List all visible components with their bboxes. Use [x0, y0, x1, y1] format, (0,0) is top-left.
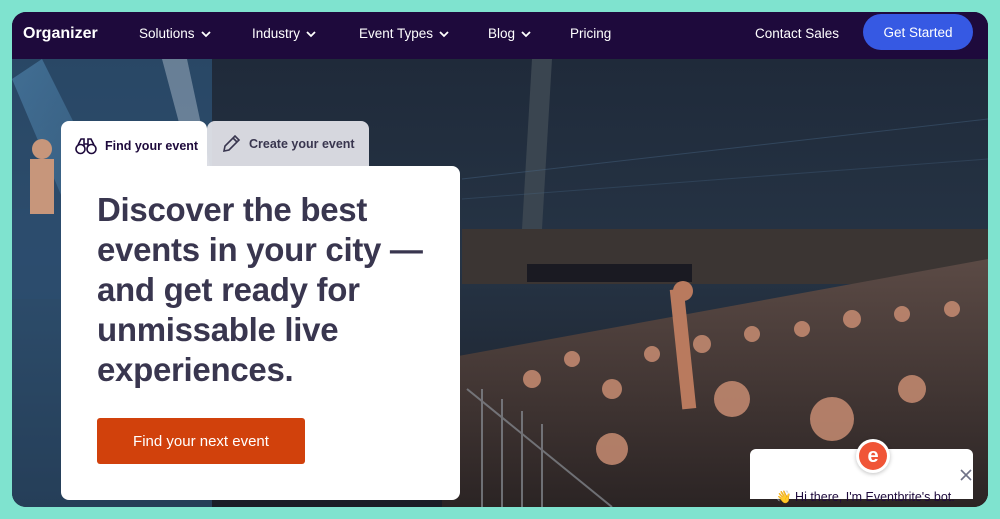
hero-headline: Discover the best events in your city — … — [97, 191, 423, 388]
close-icon[interactable] — [958, 467, 974, 483]
e-glyph: e — [859, 442, 887, 470]
tab-create-your-event[interactable]: Create your event — [207, 121, 369, 166]
nav-event-types-label: Event Types — [359, 26, 434, 41]
nav-industry[interactable]: Industry — [252, 26, 316, 41]
chevron-down-icon — [200, 30, 211, 37]
tab-find-your-event[interactable]: Find your event — [61, 121, 207, 171]
binoculars-icon — [75, 138, 97, 155]
top-navbar: Organizer Solutions Industry Event Types… — [12, 12, 988, 59]
nav-pricing[interactable]: Pricing — [570, 26, 611, 41]
find-next-event-button[interactable]: Find your next event — [97, 418, 305, 464]
nav-solutions-label: Solutions — [139, 26, 195, 41]
pencil-icon — [222, 134, 241, 152]
eventbrite-logo-icon: e — [856, 439, 890, 473]
nav-blog-label: Blog — [488, 26, 516, 41]
nav-solutions[interactable]: Solutions — [139, 26, 211, 41]
nav-blog[interactable]: Blog — [488, 26, 531, 41]
contact-sales-link[interactable]: Contact Sales — [755, 26, 839, 41]
chevron-down-icon — [521, 30, 531, 37]
browser-frame: Organizer Solutions Industry Event Types… — [12, 12, 988, 507]
nav-industry-label: Industry — [252, 26, 301, 41]
brand-logo[interactable]: Organizer — [23, 25, 98, 43]
nav-event-types[interactable]: Event Types — [359, 26, 449, 41]
get-started-button[interactable]: Get Started — [863, 14, 973, 50]
tab-create-label: Create your event — [249, 136, 355, 151]
tab-find-label: Find your event — [105, 139, 199, 153]
search-card: Discover the best events in your city — … — [61, 166, 460, 500]
nav-pricing-label: Pricing — [570, 26, 612, 41]
chevron-down-icon — [306, 30, 316, 37]
chatbot-message: 👋 Hi there, I'm Eventbrite's bot. — [776, 490, 955, 504]
chevron-down-icon — [439, 30, 449, 37]
